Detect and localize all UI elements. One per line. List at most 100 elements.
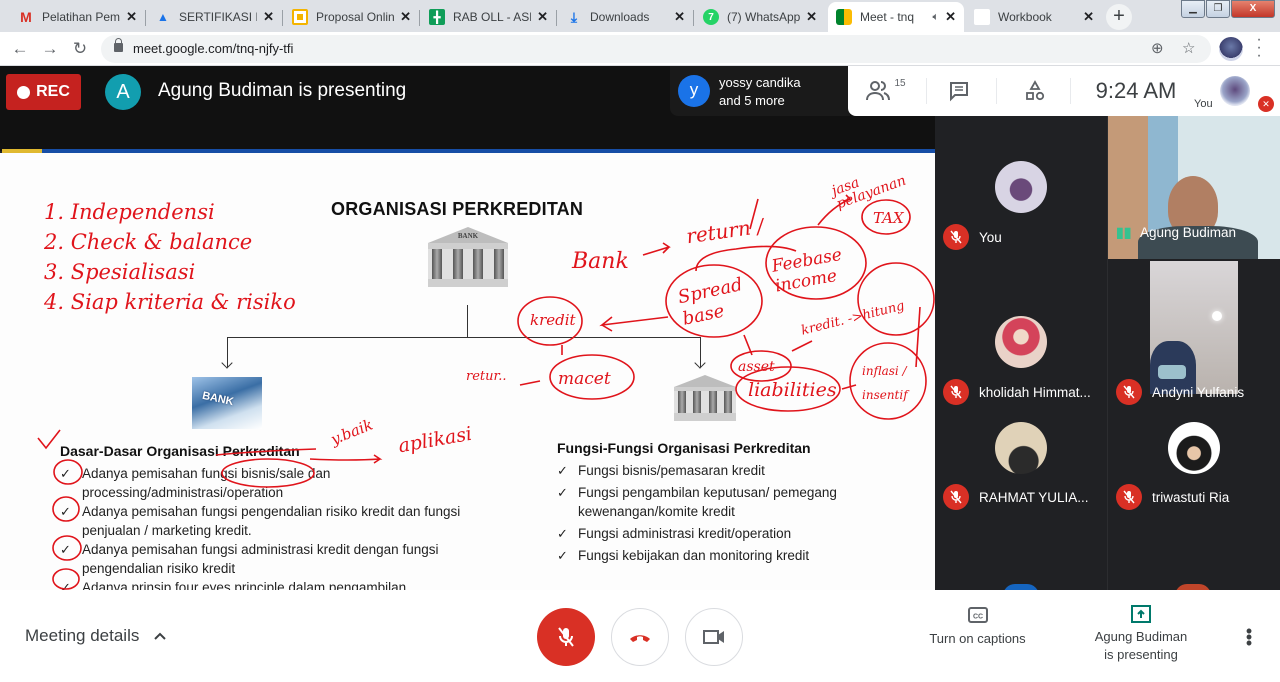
bookmark-star-icon[interactable]: ☆ (1182, 39, 1195, 57)
list-item: Adanya prinsip four eyes principle dalam… (60, 578, 490, 590)
zoom-icon[interactable]: ⊕ (1151, 39, 1164, 57)
closed-captions-icon: CC (967, 607, 988, 623)
annotation-jasa: jasa pelayanan (829, 172, 909, 213)
left-section-heading: Dasar-Dasar Organisasi Perkreditan (60, 443, 300, 459)
list-item: Adanya pemisahan fungsi administrasi kre… (60, 540, 490, 578)
annotation-liabilities: liabilities (748, 379, 837, 401)
audio-playing-icon[interactable]: 🔈︎ (932, 11, 939, 24)
more-options-icon[interactable]: • • • (1244, 622, 1254, 652)
left-bullet-list: Adanya pemisahan fungsi bisnis/sale dan … (60, 464, 490, 590)
close-tab-icon[interactable]: ✕ (126, 9, 137, 25)
mic-off-icon (558, 627, 574, 647)
participants-button[interactable]: 15 (866, 66, 906, 116)
presenting-button[interactable]: Agung Budiman is presenting (1083, 604, 1199, 664)
tab-workbook[interactable]: Workbook ✕ (966, 2, 1102, 32)
speaker-more: and 5 more (719, 93, 785, 108)
recording-badge: REC (6, 74, 81, 110)
svg-text:CC: CC (972, 614, 982, 621)
annotation-aplikasi: aplikasi (396, 422, 474, 458)
tab-drive[interactable]: ▲ SERTIFIKASI MR ✕ (147, 2, 283, 32)
participant-tile-triwastuti[interactable]: triwastuti Ria (1108, 422, 1280, 581)
annotation-kredit-hitung: kredit. ->hitung (799, 298, 907, 339)
list-item: Fungsi kebijakan dan monitoring kredit (557, 546, 877, 565)
participant-name: Andyni Yulfanis (1152, 384, 1245, 400)
participant-avatar (1168, 422, 1220, 474)
browser-menu-icon[interactable]: · · · (1254, 32, 1264, 64)
forward-button[interactable]: → (38, 37, 62, 61)
google-drive-icon: ▲ (157, 10, 169, 24)
presenter-avatar: A (105, 74, 141, 110)
back-button[interactable]: ← (8, 37, 32, 61)
tab-gmail[interactable]: M Pelatihan Pemb ✕ (10, 2, 146, 32)
tab-downloads[interactable]: ⤓ Downloads ✕ (558, 2, 694, 32)
close-tab-icon[interactable]: ✕ (806, 9, 817, 25)
browser-tab-strip: M Pelatihan Pemb ✕ ▲ SERTIFIKASI MR ✕ Pr… (0, 0, 1280, 32)
address-bar[interactable]: meet.google.com/tnq-njfy-tfi ⊕ ☆ (101, 35, 1211, 63)
annotation-retur: retur.. (466, 369, 507, 384)
gmail-icon: M (20, 9, 32, 25)
tab-title: Meet - tnq (860, 10, 915, 24)
participant-tile-agung[interactable]: ▮▮ Agung Budiman (1108, 116, 1280, 271)
tab-title: Workbook (998, 10, 1052, 24)
tab-title: Pelatihan Pemb (42, 10, 121, 24)
annotation-ybaik: y.baik (328, 415, 376, 449)
close-tab-icon[interactable]: ✕ (1083, 9, 1094, 25)
close-tab-icon[interactable]: ✕ (263, 9, 274, 25)
self-preview[interactable]: You ✕ (1194, 66, 1280, 116)
participant-tile-kholidah[interactable]: kholidah Himmat... (935, 271, 1107, 426)
rec-label: REC (36, 83, 70, 100)
list-item: Fungsi administrasi kredit/operation (557, 524, 877, 543)
video-camera-icon (703, 630, 724, 644)
participant-avatar (995, 422, 1047, 474)
participant-tile-you[interactable]: You (935, 116, 1107, 271)
participants-grid: You ▮▮ Agung Budiman kholidah Himmat... (935, 116, 1280, 596)
restore-button[interactable]: ❐ (1206, 0, 1230, 18)
reload-button[interactable]: ↻ (68, 37, 92, 61)
activities-button[interactable] (1020, 66, 1050, 116)
annotation-asset: asset (738, 359, 775, 375)
annotation-kredit: kredit (530, 311, 576, 329)
participant-tile-andyni[interactable]: Andyni Yulfanis (1108, 261, 1280, 426)
new-tab-button[interactable]: + (1106, 4, 1132, 30)
profile-avatar[interactable] (1219, 37, 1243, 61)
tab-slides[interactable]: Proposal Online ✕ (284, 2, 420, 32)
minimize-button[interactable]: ▁ (1181, 0, 1205, 18)
tab-sheets[interactable]: ╋ RAB OLL - ASKR ✕ (421, 2, 557, 32)
meeting-info-bar: 15 9:24 AM You ✕ (848, 66, 1280, 116)
meeting-details-button[interactable]: Meeting details (25, 626, 167, 646)
presentation-slide: ORGANISASI PERKREDITAN BANK BANK Dasar-D… (0, 153, 935, 590)
annotation-return: return / (684, 213, 766, 249)
presenting-label-line1: Agung Budiman (1094, 629, 1188, 644)
tab-meet-active[interactable]: Meet - tnq 🔈︎ ✕ (828, 2, 964, 32)
close-tab-icon[interactable]: ✕ (674, 9, 685, 25)
close-tab-icon[interactable]: ✕ (945, 9, 956, 25)
close-tab-icon[interactable]: ✕ (400, 9, 411, 25)
tab-title: RAB OLL - ASKR (453, 10, 531, 24)
camera-toggle-button[interactable] (685, 608, 743, 666)
mic-off-icon (1116, 379, 1142, 405)
chat-button[interactable] (944, 66, 974, 116)
people-icon (866, 81, 891, 101)
close-window-button[interactable]: X (1231, 0, 1275, 18)
google-slides-icon (292, 9, 308, 25)
meeting-details-label: Meeting details (25, 626, 140, 645)
leave-call-button[interactable] (611, 608, 669, 666)
google-sheets-icon: ╋ (429, 9, 445, 25)
photo-bank-label: BANK (201, 389, 235, 409)
close-tab-icon[interactable]: ✕ (537, 9, 548, 25)
annotation-tax: TAX (873, 209, 904, 227)
record-dot-icon (17, 85, 31, 99)
speaker-name: yossy candika (719, 75, 801, 90)
small-bank-icon (674, 375, 736, 421)
handwritten-item: 3. Spesialisasi (44, 260, 196, 284)
participant-tile-rahmat[interactable]: RAHMAT YULIA... (935, 422, 1107, 581)
captions-button[interactable]: CC Turn on captions (920, 606, 1035, 648)
shapes-icon (1026, 80, 1045, 101)
microphone-toggle-button[interactable] (537, 608, 595, 666)
participant-name: triwastuti Ria (1152, 489, 1230, 505)
captions-label: Turn on captions (929, 631, 1026, 646)
hang-up-icon (630, 635, 650, 642)
bank-building-photo: BANK (192, 377, 262, 429)
browser-toolbar: ← → ↻ meet.google.com/tnq-njfy-tfi ⊕ ☆ ·… (0, 32, 1280, 66)
tab-whatsapp[interactable]: 7 (7) WhatsApp ✕ (695, 2, 825, 32)
